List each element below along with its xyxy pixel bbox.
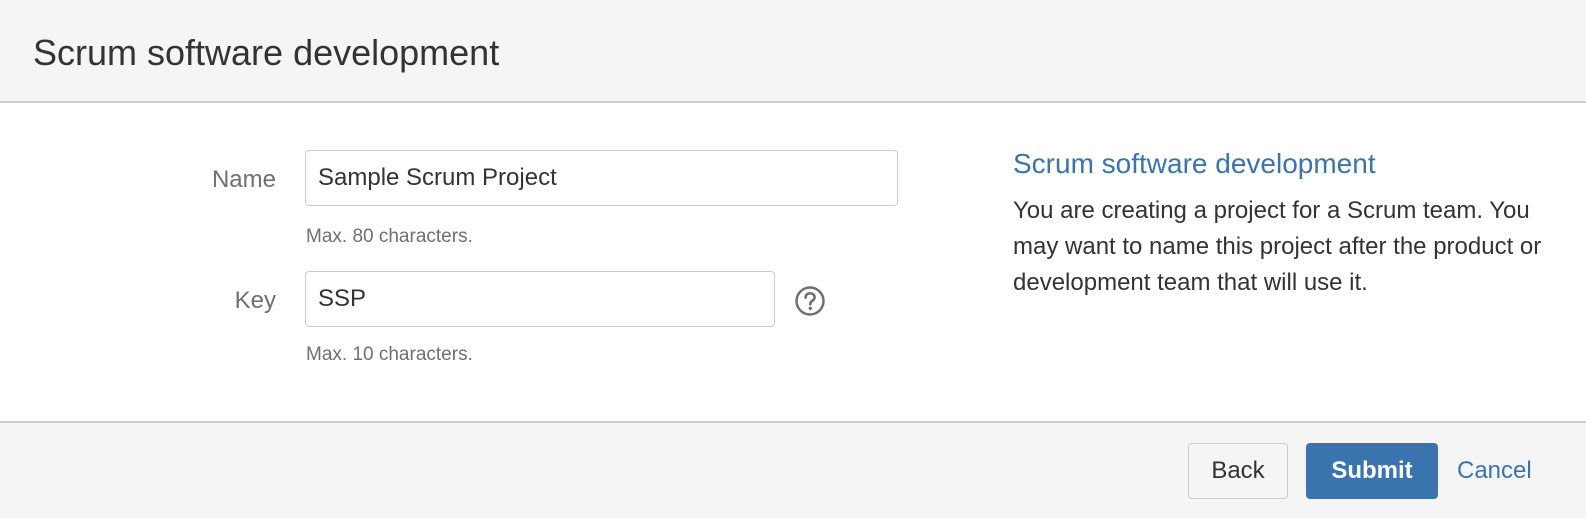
name-input[interactable]	[305, 150, 898, 206]
dialog-body: Name Max. 80 characters. Key Max. 10 cha…	[0, 103, 1586, 421]
info-title: Scrum software development	[1013, 148, 1376, 179]
submit-button[interactable]: Submit	[1306, 443, 1438, 499]
key-input[interactable]	[305, 271, 775, 327]
info-description: You are creating a project for a Scrum t…	[1013, 197, 1542, 296]
key-label: Key	[234, 287, 276, 314]
dialog-header: Scrum software development	[0, 0, 1586, 103]
dialog-title: Scrum software development	[33, 32, 500, 73]
key-hint: Max. 10 characters.	[306, 344, 473, 365]
create-project-dialog: Scrum software development Name Max. 80 …	[0, 0, 1586, 518]
name-hint: Max. 80 characters.	[306, 226, 473, 247]
cancel-link[interactable]: Cancel	[1457, 443, 1532, 499]
back-button[interactable]: Back	[1188, 443, 1288, 499]
question-circle-icon[interactable]	[794, 285, 826, 317]
dialog-footer: Back Submit Cancel	[0, 421, 1586, 518]
name-label: Name	[211, 166, 276, 193]
